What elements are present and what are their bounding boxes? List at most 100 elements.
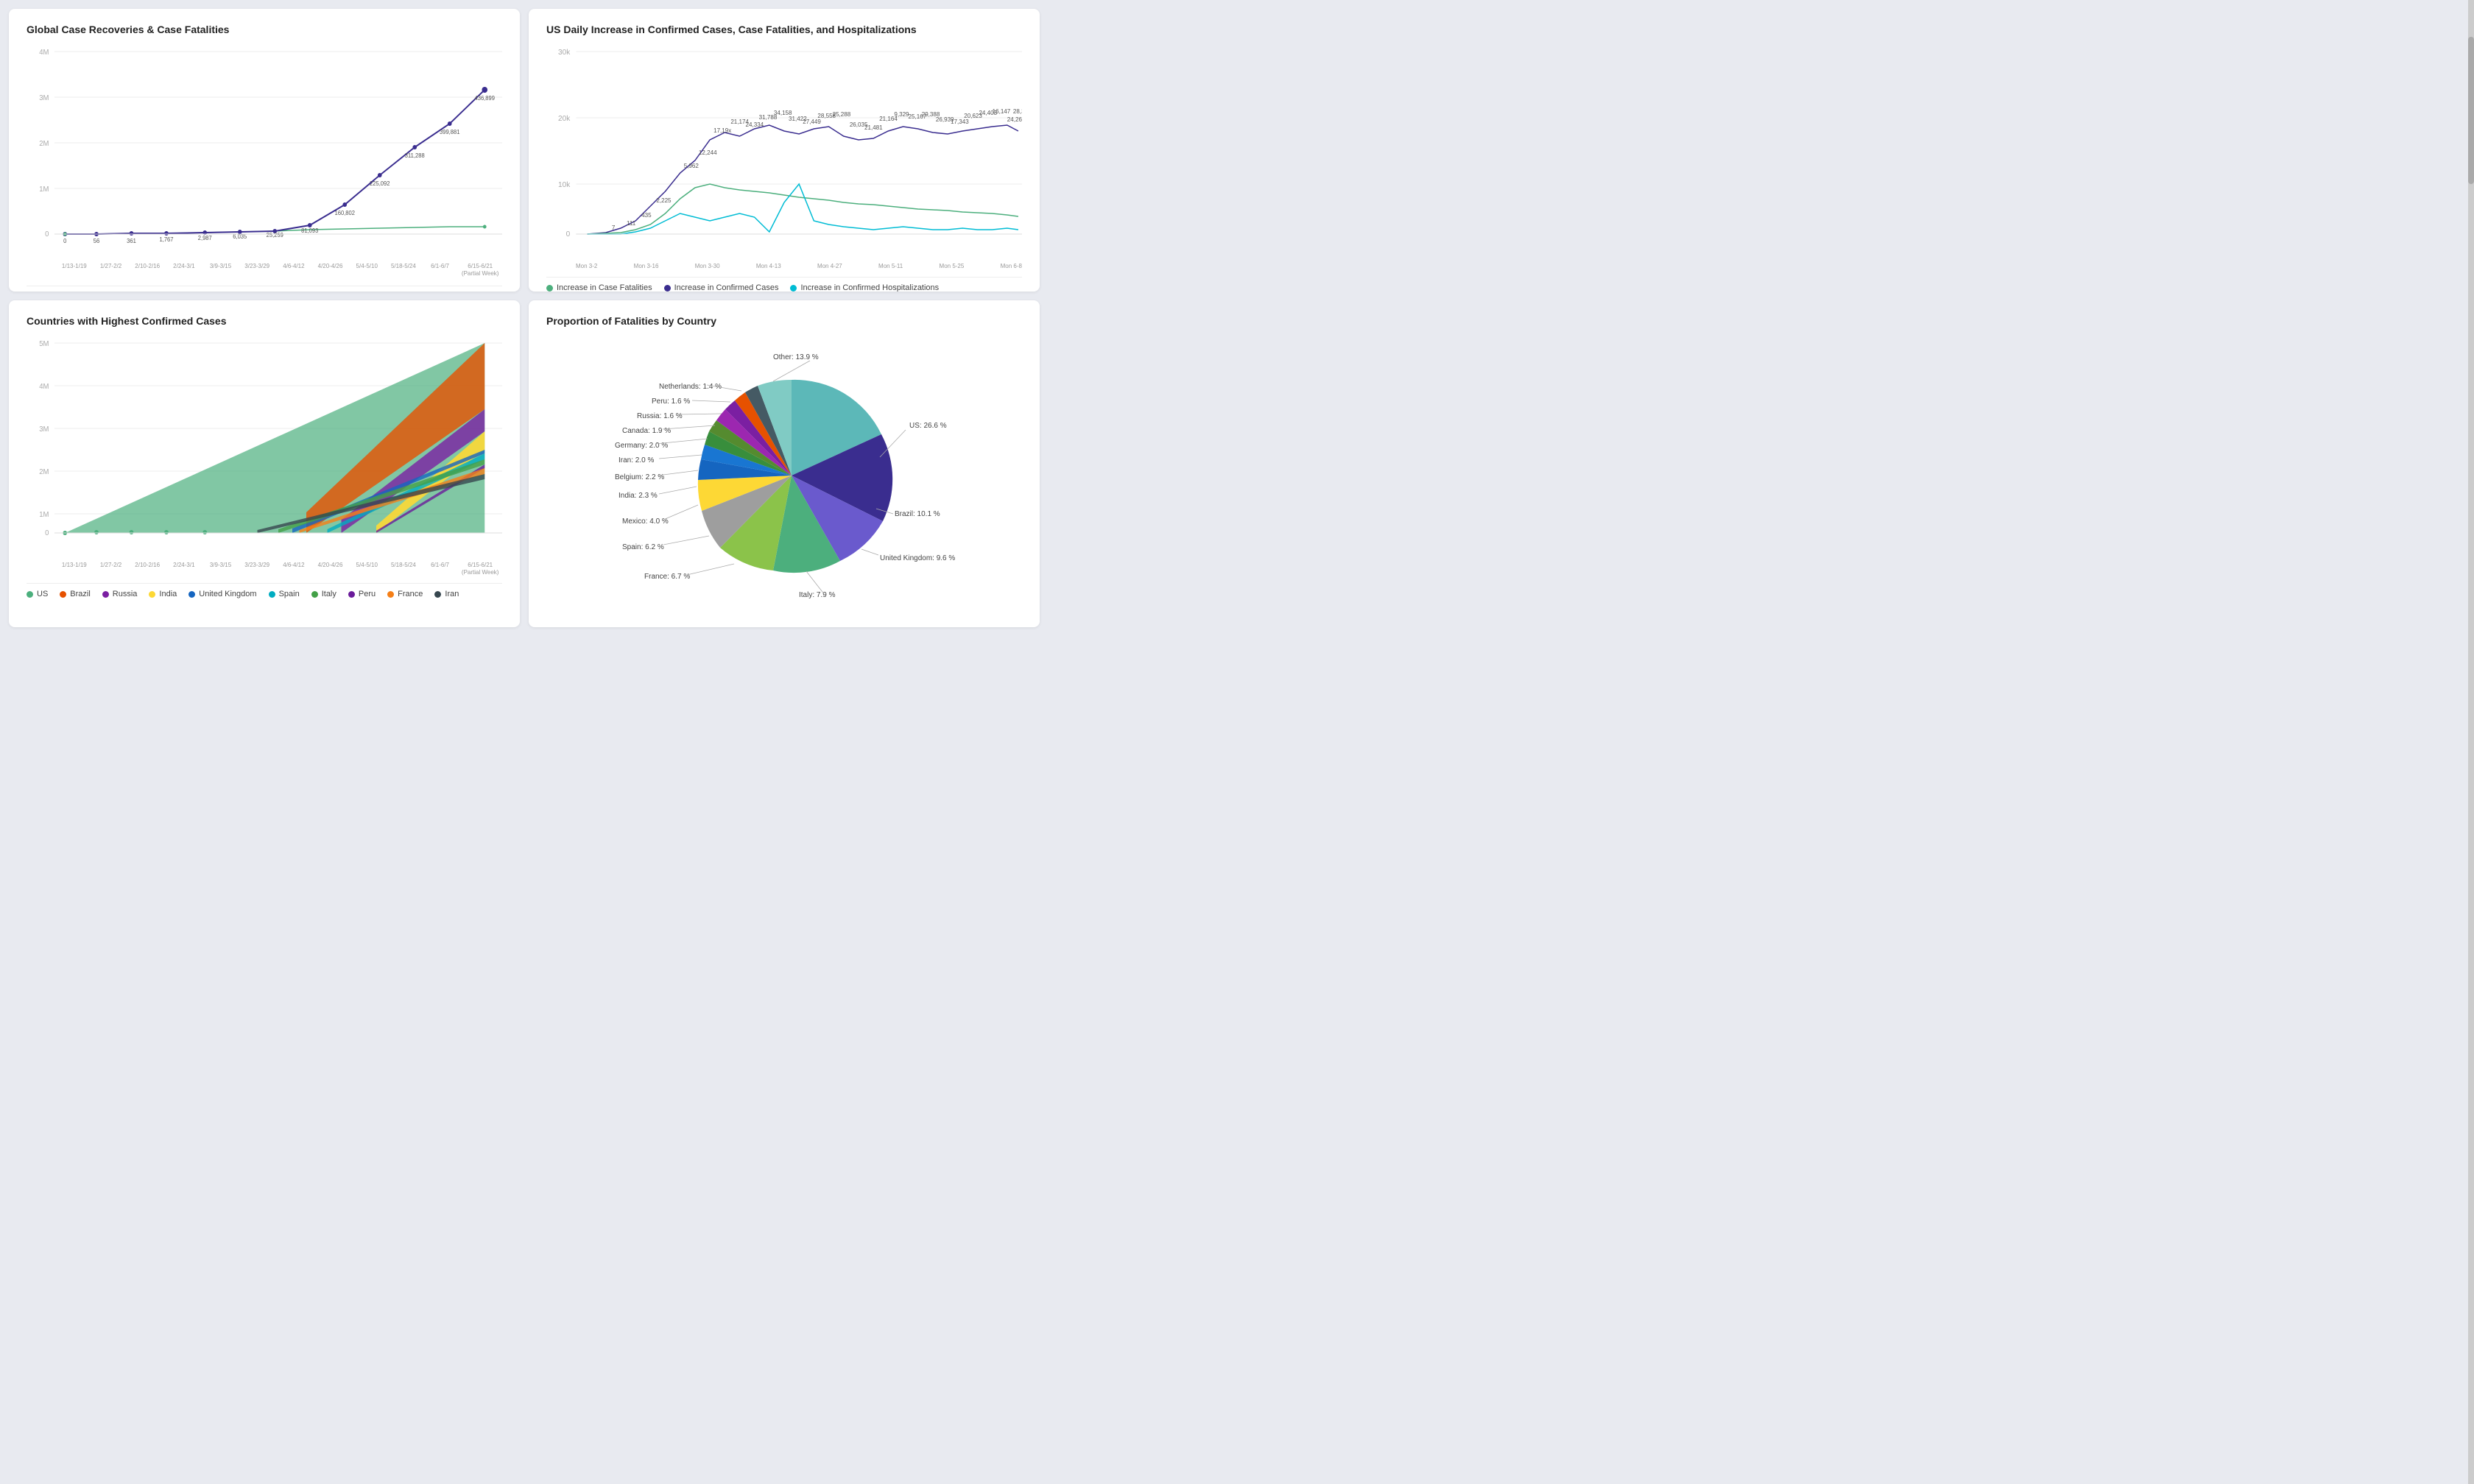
svg-text:10k: 10k: [558, 181, 571, 189]
x-label: Mon 3-16: [634, 263, 659, 269]
svg-text:20k: 20k: [558, 115, 571, 123]
scrollbar[interactable]: [2468, 0, 2474, 1484]
x-label: 1/27-2/2: [93, 562, 130, 576]
scrollbar-thumb[interactable]: [2468, 37, 2474, 184]
pie-label-uk: United Kingdom: 9.6 %: [880, 554, 955, 562]
svg-text:435: 435: [641, 212, 652, 219]
countries-highest-title: Countries with Highest Confirmed Cases: [27, 315, 502, 327]
svg-text:17,19x: 17,19x: [713, 127, 731, 134]
us-daily-card: US Daily Increase in Confirmed Cases, Ca…: [529, 9, 1040, 292]
svg-text:24,334: 24,334: [746, 121, 764, 128]
svg-text:28,392: 28,392: [1013, 108, 1022, 115]
pie-label-us: US: 26.6 %: [909, 422, 947, 430]
legend-peru: Peru: [348, 590, 376, 598]
svg-text:311,288: 311,288: [405, 152, 425, 159]
legend-spain: Spain: [269, 590, 300, 598]
svg-text:24,261: 24,261: [1007, 116, 1022, 123]
svg-text:25,259: 25,259: [267, 232, 283, 239]
svg-text:1M: 1M: [39, 186, 49, 194]
svg-text:4M: 4M: [39, 49, 49, 57]
x-label: 6/1-6/7: [422, 263, 459, 277]
svg-text:17,343: 17,343: [951, 119, 969, 125]
svg-text:399,881: 399,881: [440, 129, 459, 135]
global-recoveries-svg: 4M 3M 2M 1M 0: [27, 44, 502, 258]
svg-text:25,288: 25,288: [833, 111, 851, 118]
svg-text:3M: 3M: [39, 425, 49, 434]
x-label: 1/13-1/19: [56, 263, 93, 277]
x-label: 3/9-3/15: [202, 562, 239, 576]
confirmed-cases-label: Increase in Confirmed Cases: [674, 283, 779, 292]
pie-label-belgium: Belgium: 2.2 %: [615, 473, 664, 481]
x-label: 3/9-3/15: [202, 263, 239, 277]
svg-text:9,329: 9,329: [894, 111, 909, 118]
pie-chart-area: US: 26.6 % Brazil: 10.1 % United Kingdom…: [546, 336, 1022, 615]
pie-label-italy: Italy: 7.9 %: [799, 591, 836, 599]
svg-text:0: 0: [566, 230, 571, 239]
pie-label-spain: Spain: 6.2 %: [622, 543, 664, 551]
pie-label-russia: Russia: 1.6 %: [637, 412, 683, 420]
pie-label-brazil: Brazil: 10.1 %: [895, 510, 940, 518]
legend-uk: United Kingdom: [188, 590, 256, 598]
x-label: Mon 6-8: [1001, 263, 1022, 269]
x-label: 2/10-2/16: [129, 562, 166, 576]
x-label: Mon 3-2: [576, 263, 597, 269]
global-recoveries-chart: 4M 3M 2M 1M 0: [27, 44, 502, 280]
countries-chart: 5M 4M 3M 2M 1M 0: [27, 336, 502, 586]
x-label: 4/20-4/26: [312, 562, 349, 576]
x-label: 6/15-6/21(Partial Week): [458, 562, 502, 576]
svg-text:2,987: 2,987: [198, 235, 212, 241]
us-daily-chart: 30k 20k 10k 0 7 111 435 2,225 5,962 12,2…: [546, 44, 1022, 280]
pie-label-germany: Germany: 2.0 %: [615, 442, 668, 450]
pie-label-mexico: Mexico: 4.0 %: [622, 517, 669, 526]
case-fatalities-dot: [546, 285, 553, 292]
hospitalizations-label: Increase in Confirmed Hospitalizations: [800, 283, 939, 292]
legend-russia: Russia: [102, 590, 138, 598]
x-label: 4/20-4/26: [312, 263, 349, 277]
legend-france: France: [387, 590, 423, 598]
svg-text:436,899: 436,899: [475, 95, 495, 102]
x-label: 3/23-3/29: [239, 263, 275, 277]
svg-text:2,225: 2,225: [656, 197, 672, 204]
x-label: 3/23-3/29: [239, 562, 275, 576]
svg-text:12,244: 12,244: [699, 149, 717, 156]
svg-text:0: 0: [45, 230, 49, 239]
svg-text:21,481: 21,481: [864, 124, 883, 131]
x-label: 5/18-5/24: [385, 263, 422, 277]
svg-text:30k: 30k: [558, 49, 571, 57]
svg-text:2M: 2M: [39, 140, 49, 148]
svg-text:4M: 4M: [39, 383, 49, 391]
svg-text:0: 0: [63, 238, 67, 244]
global-recoveries-card: Global Case Recoveries & Case Fatalities…: [9, 9, 520, 292]
x-label: 1/27-2/2: [93, 263, 130, 277]
us-daily-title: US Daily Increase in Confirmed Cases, Ca…: [546, 24, 1022, 35]
hospitalizations-dot: [790, 285, 797, 292]
pie-label-iran: Iran: 2.0 %: [618, 456, 654, 464]
svg-text:3M: 3M: [39, 94, 49, 102]
svg-text:2M: 2M: [39, 468, 49, 476]
legend-italy: Italy: [311, 590, 336, 598]
countries-svg: 5M 4M 3M 2M 1M 0: [27, 336, 502, 556]
x-label: 2/10-2/16: [129, 263, 166, 277]
x-label: Mon 5-25: [940, 263, 965, 269]
svg-text:0: 0: [45, 529, 49, 537]
legend-case-fatalities: Increase in Case Fatalities: [546, 283, 652, 292]
svg-text:1M: 1M: [39, 511, 49, 519]
pie-chart-svg: US: 26.6 % Brazil: 10.1 % United Kingdom…: [600, 343, 968, 608]
svg-text:81,093: 81,093: [301, 227, 318, 234]
global-recoveries-legend: Total Case Fatalities Total Case Recover…: [27, 286, 502, 292]
us-daily-legend: Increase in Case Fatalities Increase in …: [546, 277, 1022, 292]
pie-label-canada: Canada: 1.9 %: [622, 427, 671, 435]
svg-text:5M: 5M: [39, 340, 49, 348]
confirmed-cases-dot: [664, 285, 671, 292]
pie-label-india: India: 2.3 %: [618, 492, 658, 500]
legend-us: US: [27, 590, 48, 598]
svg-text:160,802: 160,802: [335, 210, 355, 216]
legend-brazil: Brazil: [60, 590, 91, 598]
x-label: 6/15-6/21(Partial Week): [458, 263, 502, 277]
svg-text:5,962: 5,962: [684, 163, 699, 169]
pie-label-peru: Peru: 1.6 %: [652, 398, 690, 406]
svg-text:56: 56: [94, 238, 99, 244]
countries-highest-card: Countries with Highest Confirmed Cases 5…: [9, 300, 520, 627]
case-fatalities-label: Increase in Case Fatalities: [557, 283, 652, 292]
svg-text:27,449: 27,449: [803, 119, 821, 125]
